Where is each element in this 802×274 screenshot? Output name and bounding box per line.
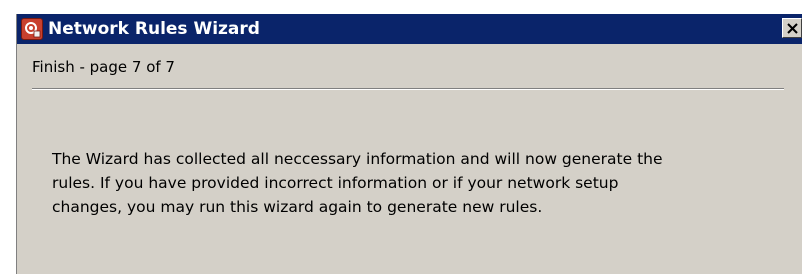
header-divider [32,88,784,90]
close-button[interactable] [782,18,802,38]
page-step-label: Finish - page 7 of 7 [32,58,175,76]
window-title: Network Rules Wizard [48,19,260,39]
wizard-app-icon [21,18,43,40]
close-icon [787,23,798,34]
finish-message: The Wizard has collected all neccessary … [52,147,797,219]
message-line: The Wizard has collected all neccessary … [52,150,663,168]
message-line: rules. If you have provided incorrect in… [52,174,619,192]
wizard-dialog: Network Rules Wizard Finish - page 7 of … [16,14,802,274]
message-line: changes, you may run this wizard again t… [52,198,543,216]
title-bar[interactable]: Network Rules Wizard [17,14,802,44]
